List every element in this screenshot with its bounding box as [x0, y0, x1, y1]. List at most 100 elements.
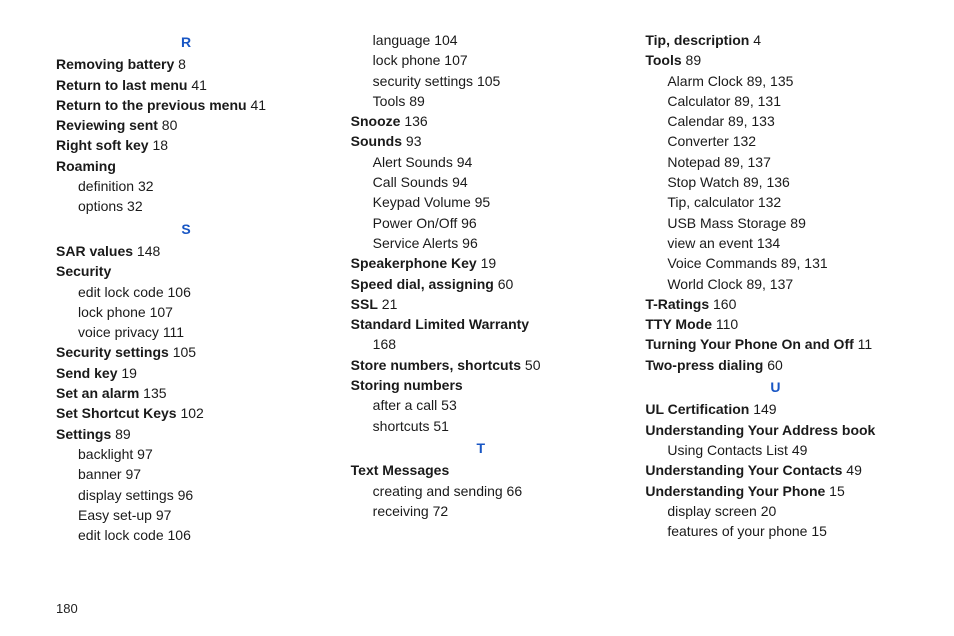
index-column: RRemoving battery 8Return to last menu 4…	[56, 30, 317, 545]
index-subentry: banner 97	[56, 464, 317, 484]
index-entry: Store numbers, shortcuts 50	[351, 355, 612, 375]
index-term: Tip, description	[645, 32, 749, 48]
index-entry: SAR values 148	[56, 241, 317, 261]
index-subentry: receiving 72	[351, 501, 612, 521]
index-subentry: World Clock 89, 137	[645, 274, 906, 294]
page-ref: 97	[137, 446, 153, 462]
index-entry: Removing battery 8	[56, 54, 317, 74]
index-entry: Reviewing sent 80	[56, 115, 317, 135]
index-entry: Turning Your Phone On and Off 11	[645, 334, 906, 354]
index-entry: Understanding Your Contacts 49	[645, 460, 906, 480]
page-ref: 136	[400, 113, 427, 129]
index-subentry: view an event 134	[645, 233, 906, 253]
page-ref: 89, 131	[734, 93, 781, 109]
index-entry: Speed dial, assigning 60	[351, 274, 612, 294]
page-number: 180	[56, 601, 78, 616]
index-term: Right soft key	[56, 137, 149, 153]
page-ref: 21	[378, 296, 397, 312]
index-subentry: language 104	[351, 30, 612, 50]
index-entry: Security settings 105	[56, 342, 317, 362]
subentry-text: Service Alerts	[373, 235, 462, 251]
subentry-text: Stop Watch	[667, 174, 743, 190]
page-ref: 72	[433, 503, 449, 519]
page-ref: 20	[761, 503, 777, 519]
index-subentry: Alarm Clock 89, 135	[645, 71, 906, 91]
index-term: Text Messages	[351, 462, 450, 478]
page-ref: 15	[811, 523, 827, 539]
index-entry: Right soft key 18	[56, 135, 317, 155]
page-ref: 89, 137	[724, 154, 771, 170]
index-term: Removing battery	[56, 56, 174, 72]
page-ref: 97	[156, 507, 172, 523]
index-subentry: Using Contacts List 49	[645, 440, 906, 460]
index-term: Storing numbers	[351, 377, 463, 393]
index-entry: Standard Limited Warranty	[351, 314, 612, 334]
index-entry: Snooze 136	[351, 111, 612, 131]
index-subentry: Alert Sounds 94	[351, 152, 612, 172]
index-entry: Return to last menu 41	[56, 75, 317, 95]
subentry-text: USB Mass Storage	[667, 215, 790, 231]
subentry-text: banner	[78, 466, 125, 482]
index-term: Return to the previous menu	[56, 97, 247, 113]
index-subentry: Easy set-up 97	[56, 505, 317, 525]
index-term: T-Ratings	[645, 296, 709, 312]
subentry-text: view an event	[667, 235, 757, 251]
subentry-text: display settings	[78, 487, 178, 503]
index-term: Security settings	[56, 344, 169, 360]
page-ref: 19	[117, 365, 136, 381]
page-ref: 132	[733, 133, 756, 149]
subentry-text: Converter	[667, 133, 732, 149]
subentry-text: language	[373, 32, 435, 48]
index-entry: Tip, description 4	[645, 30, 906, 50]
index-term: Snooze	[351, 113, 401, 129]
index-entry: Security	[56, 261, 317, 281]
page-ref: 96	[462, 235, 478, 251]
page-ref: 104	[434, 32, 457, 48]
page-ref: 89	[790, 215, 806, 231]
subentry-text: options	[78, 198, 127, 214]
page-ref: 89	[409, 93, 425, 109]
page-ref: 106	[168, 527, 191, 543]
page-ref: 89, 131	[781, 255, 828, 271]
index-entry: Storing numbers	[351, 375, 612, 395]
page-ref: 51	[433, 418, 449, 434]
index-subentry: security settings 105	[351, 71, 612, 91]
index-subentry: features of your phone 15	[645, 521, 906, 541]
subentry-text: creating and sending	[373, 483, 507, 499]
index-entry: Return to the previous menu 41	[56, 95, 317, 115]
index-subentry: creating and sending 66	[351, 481, 612, 501]
page-ref: 107	[150, 304, 173, 320]
index-term: Turning Your Phone On and Off	[645, 336, 853, 352]
index-term: SSL	[351, 296, 378, 312]
page-ref: 134	[757, 235, 780, 251]
page-ref: 107	[444, 52, 467, 68]
index-subentry: display screen 20	[645, 501, 906, 521]
index-entry: TTY Mode 110	[645, 314, 906, 334]
subentry-text: backlight	[78, 446, 137, 462]
index-entry: Set an alarm 135	[56, 383, 317, 403]
page-ref: 18	[149, 137, 168, 153]
subentry-text: security settings	[373, 73, 477, 89]
index-term: Understanding Your Contacts	[645, 462, 842, 478]
page-ref: 96	[461, 215, 477, 231]
columns-container: RRemoving battery 8Return to last menu 4…	[56, 30, 906, 545]
subentry-text: World Clock	[667, 276, 746, 292]
page-ref: 102	[177, 405, 204, 421]
index-term: Sounds	[351, 133, 402, 149]
index-term: Roaming	[56, 158, 116, 174]
page-ref: 49	[842, 462, 861, 478]
page-ref: 135	[139, 385, 166, 401]
page-ref: 110	[712, 316, 738, 332]
subentry-text: Notepad	[667, 154, 724, 170]
index-letter: S	[56, 219, 317, 239]
index-column: language 104lock phone 107security setti…	[351, 30, 612, 545]
index-entry: UL Certification 149	[645, 399, 906, 419]
subentry-text: edit lock code	[78, 527, 168, 543]
page-ref: 32	[127, 198, 143, 214]
subentry-text: Alert Sounds	[373, 154, 457, 170]
subentry-text: features of your phone	[667, 523, 811, 539]
index-subentry: edit lock code 106	[56, 525, 317, 545]
subentry-text: edit lock code	[78, 284, 168, 300]
page-ref: 80	[158, 117, 177, 133]
index-subentry: Notepad 89, 137	[645, 152, 906, 172]
